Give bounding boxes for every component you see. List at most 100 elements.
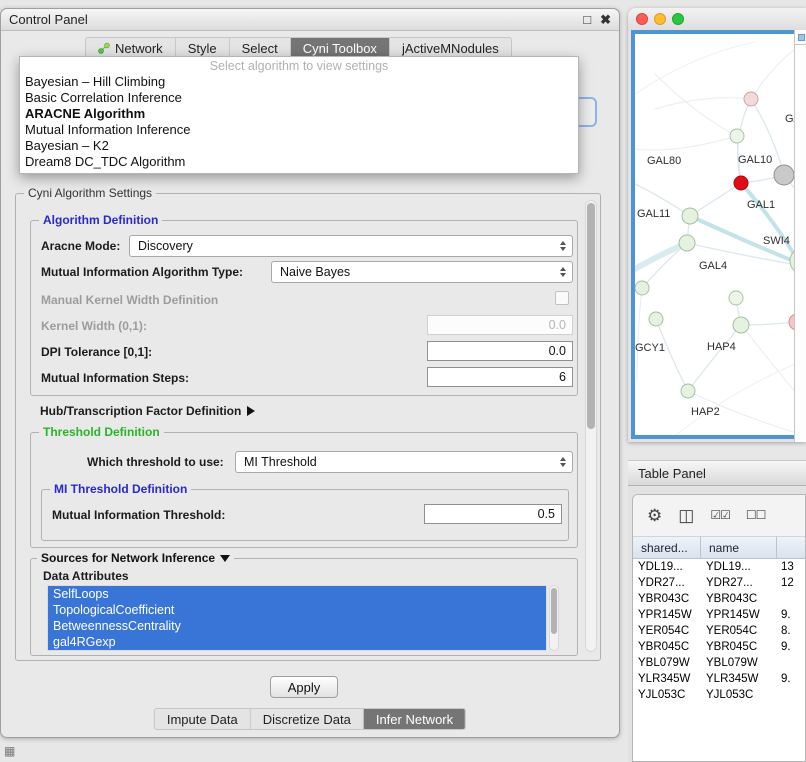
panel-grid-icon[interactable]: ▦: [4, 744, 18, 758]
network-edge[interactable]: [741, 325, 802, 406]
close-window-button[interactable]: ✖: [600, 13, 611, 26]
tab-infer-network[interactable]: Infer Network: [364, 709, 465, 729]
sources-group: Sources for Network Inference Data Attri…: [30, 558, 578, 656]
attribute-item[interactable]: gal4RGexp: [48, 634, 546, 650]
attributes-scrollbar[interactable]: [549, 585, 559, 651]
cell-name: YLR345W: [701, 673, 777, 685]
network-view-window: GAL7GAL80GAL10GAL1GAL11SWI4GAL4GCY1HAP4Y…: [628, 8, 806, 442]
settings-scrollbar-thumb[interactable]: [587, 203, 595, 429]
table-toolbar: ⚙ ◫ ☑☑ ☐☐: [633, 495, 805, 537]
table-panel-body: ⚙ ◫ ☑☑ ☐☐ shared... name YDL19... YDL19.…: [628, 486, 806, 762]
control-panel-titlebar[interactable]: Control Panel □ ✖: [1, 9, 619, 31]
table-row[interactable]: YJL053C YJL053C: [633, 687, 805, 703]
algorithm-option-selected[interactable]: ARACNE Algorithm: [20, 106, 578, 122]
tab-cyni-toolbox[interactable]: Cyni Toolbox: [291, 38, 390, 58]
zoom-traffic-light[interactable]: [672, 13, 684, 25]
network-node[interactable]: [635, 281, 649, 295]
network-edge[interactable]: [665, 364, 795, 435]
algorithm-option[interactable]: Basic Correlation Inference: [20, 90, 578, 106]
aracne-mode-select[interactable]: Discovery: [129, 235, 573, 257]
network-node[interactable]: [679, 235, 695, 251]
network-edge[interactable]: [690, 183, 741, 216]
network-node[interactable]: [649, 312, 663, 326]
gear-icon[interactable]: ⚙: [647, 507, 662, 524]
apply-button[interactable]: Apply: [270, 676, 338, 698]
attribute-item[interactable]: TopologicalCoefficient: [48, 602, 546, 618]
collapse-arrow-icon[interactable]: [247, 406, 255, 416]
network-node[interactable]: [734, 176, 748, 190]
tab-jactivemodules[interactable]: jActiveMNodules: [390, 38, 511, 58]
attributes-scrollbar-thumb[interactable]: [551, 588, 557, 634]
table-row[interactable]: YDR27... YDR27... 12: [633, 575, 805, 591]
table-row[interactable]: YER054C YER054C 8.: [633, 623, 805, 639]
algorithm-option[interactable]: Bayesian – K2: [20, 138, 578, 154]
network-node[interactable]: [729, 291, 743, 305]
network-edge[interactable]: [751, 49, 795, 99]
algorithm-option[interactable]: Dream8 DC_TDC Algorithm: [20, 154, 578, 170]
tab-style[interactable]: Style: [176, 38, 230, 58]
network-edge[interactable]: [656, 319, 688, 391]
dropdown-placeholder-option[interactable]: Select algorithm to view settings: [20, 59, 578, 74]
tab-select[interactable]: Select: [230, 38, 291, 58]
tab-network[interactable]: Network: [86, 38, 176, 58]
network-node-label: GAL1: [747, 199, 775, 211]
table-row[interactable]: YBR045C YBR045C 9.: [633, 639, 805, 655]
manual-kernel-checkbox[interactable]: [555, 291, 569, 305]
column-header-partial[interactable]: [777, 537, 805, 558]
network-edge[interactable]: [655, 98, 751, 109]
table-row[interactable]: YLR345W YLR345W 9.: [633, 671, 805, 687]
cell-shared-name: YDR27...: [633, 577, 701, 589]
network-window-titlebar[interactable]: [628, 8, 806, 30]
network-node[interactable]: [681, 384, 695, 398]
algorithm-option[interactable]: Bayesian – Hill Climbing: [20, 74, 578, 90]
network-edge[interactable]: [635, 42, 755, 94]
column-header-name[interactable]: name: [701, 537, 777, 558]
data-attributes-list[interactable]: SelfLoops TopologicalCoefficient Between…: [47, 585, 547, 651]
float-window-button[interactable]: □: [583, 13, 591, 26]
clear-selection-icon[interactable]: ☐☐: [746, 507, 766, 524]
table-row[interactable]: YPR145W YPR145W 9.: [633, 607, 805, 623]
network-node[interactable]: [682, 208, 698, 224]
network-edge[interactable]: [635, 136, 737, 150]
network-node[interactable]: [730, 129, 744, 143]
tab-impute-data[interactable]: Impute Data: [155, 709, 251, 729]
mi-threshold-field[interactable]: 0.5: [424, 504, 562, 524]
network-edge[interactable]: [635, 243, 687, 269]
table-row[interactable]: YDL19... YDL19... 13: [633, 559, 805, 575]
mi-algorithm-type-select[interactable]: Naive Bayes: [271, 261, 573, 283]
hub-definition-section[interactable]: Hub/Transcription Factor Definition: [40, 402, 255, 420]
network-scrollbar[interactable]: [794, 30, 806, 442]
attribute-item[interactable]: SelfLoops: [48, 586, 546, 602]
close-traffic-light[interactable]: [636, 13, 648, 25]
expand-arrow-icon[interactable]: [220, 555, 230, 562]
network-node[interactable]: [744, 92, 758, 106]
birdseye-view-button[interactable]: [795, 30, 806, 45]
attribute-item[interactable]: BetweennessCentrality: [48, 618, 546, 634]
table-row[interactable]: YBR043C YBR043C: [633, 591, 805, 607]
algorithm-option[interactable]: Mutual Information Inference: [20, 122, 578, 138]
mi-steps-field[interactable]: 6: [427, 367, 573, 387]
minimize-traffic-light[interactable]: [654, 13, 666, 25]
network-edge[interactable]: [642, 243, 687, 288]
network-edge[interactable]: [655, 74, 737, 136]
table-row[interactable]: YBL079W YBL079W: [633, 655, 805, 671]
which-threshold-select[interactable]: MI Threshold: [235, 451, 573, 473]
settings-scrollbar[interactable]: [585, 200, 597, 652]
table-panel-header[interactable]: Table Panel: [628, 460, 806, 486]
column-layout-icon[interactable]: ◫: [678, 507, 694, 524]
select-all-icon[interactable]: ☑☑: [710, 507, 730, 524]
network-edge[interactable]: [688, 325, 741, 391]
network-edge[interactable]: [637, 288, 642, 379]
network-node[interactable]: [733, 317, 749, 333]
sources-group-title[interactable]: Sources for Network Inference: [37, 551, 234, 565]
tab-label: Cyni Toolbox: [303, 41, 377, 56]
combo-arrows-icon: [560, 267, 566, 277]
dpi-tolerance-field[interactable]: 0.0: [427, 341, 573, 361]
column-header-shared-name[interactable]: shared...: [633, 537, 701, 558]
aracne-mode-label: Aracne Mode:: [41, 239, 120, 253]
network-node[interactable]: [774, 165, 794, 185]
network-canvas[interactable]: GAL7GAL80GAL10GAL1GAL11SWI4GAL4GCY1HAP4Y…: [635, 34, 802, 435]
kernel-width-field[interactable]: 0.0: [427, 315, 573, 335]
tab-discretize-data[interactable]: Discretize Data: [251, 709, 364, 729]
sources-title-text: Sources for Network Inference: [41, 551, 215, 565]
